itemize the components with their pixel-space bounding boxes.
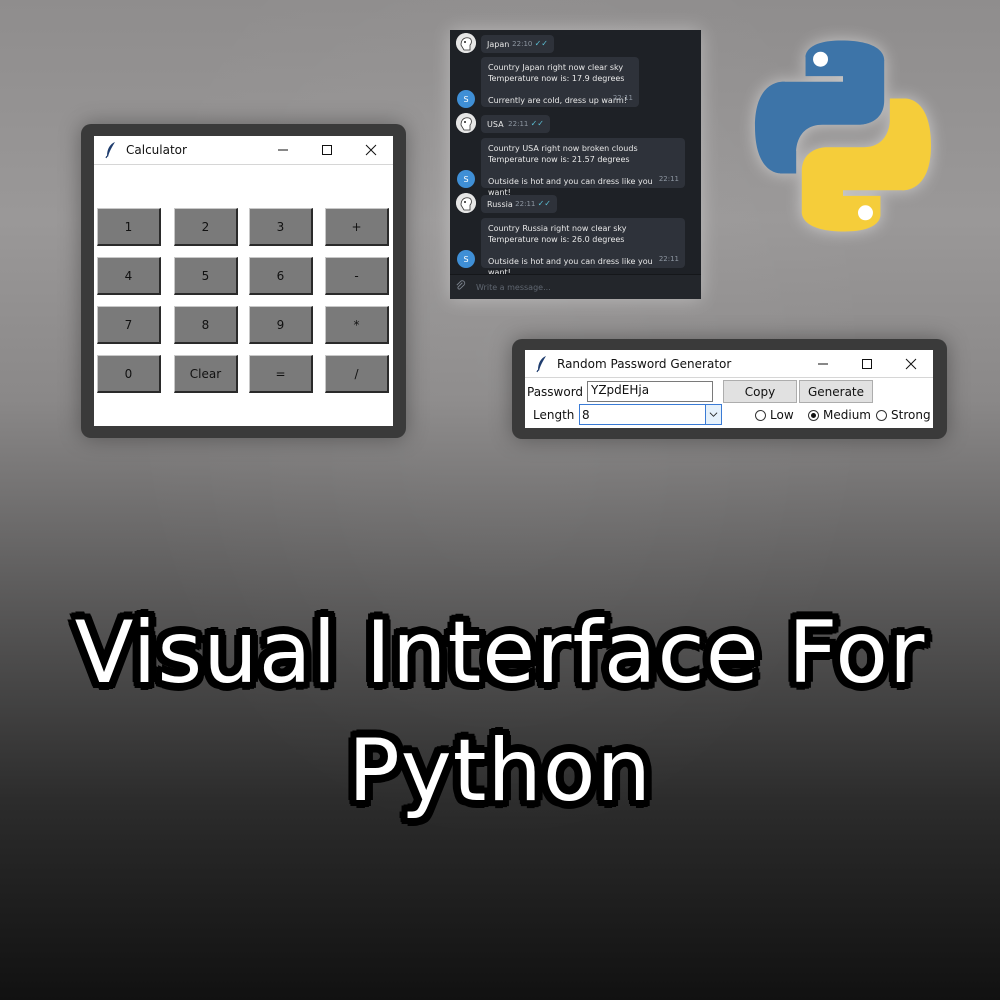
headline-line-2: Python bbox=[347, 721, 653, 821]
chat-timestamp: 22:11 bbox=[612, 94, 633, 102]
calc-button-multiply[interactable]: * bbox=[325, 306, 389, 344]
password-generator-titlebar: Random Password Generator bbox=[525, 350, 933, 378]
chevron-down-icon[interactable] bbox=[705, 405, 721, 424]
user-avatar: S bbox=[457, 250, 475, 268]
maximize-icon bbox=[322, 145, 332, 155]
maximize-button[interactable] bbox=[305, 136, 349, 164]
calc-button-5[interactable]: 5 bbox=[174, 257, 238, 295]
calculator-display bbox=[94, 165, 393, 205]
user-avatar: S bbox=[457, 170, 475, 188]
chat-bubble-incoming: Country USA right now broken clouds Temp… bbox=[481, 138, 685, 197]
chat-line: Country USA right now broken clouds bbox=[488, 144, 638, 153]
chat-bubble-outgoing: USA 22:11 ✓✓ bbox=[481, 115, 550, 133]
calc-button-8[interactable]: 8 bbox=[174, 306, 238, 344]
strength-label: Medium bbox=[823, 408, 871, 422]
bot-avatar-icon bbox=[456, 193, 476, 213]
bot-avatar bbox=[456, 113, 476, 133]
generate-button[interactable]: Generate bbox=[799, 380, 873, 403]
headline-line-1: Visual Interface For bbox=[74, 603, 926, 703]
password-label: Password bbox=[527, 385, 584, 399]
chat-line: Temperature now is: 21.57 degrees bbox=[488, 155, 630, 164]
python-logo bbox=[754, 40, 932, 232]
read-checks-icon: ✓✓ bbox=[534, 39, 548, 48]
calc-button-2[interactable]: 2 bbox=[174, 208, 238, 246]
calc-button-6[interactable]: 6 bbox=[249, 257, 313, 295]
chat-timestamp: 22:11 bbox=[658, 175, 679, 183]
strength-radio-low[interactable]: Low bbox=[755, 408, 794, 422]
message-input[interactable]: Write a message... bbox=[476, 283, 551, 292]
minimize-button[interactable] bbox=[801, 350, 845, 378]
copy-button[interactable]: Copy bbox=[723, 380, 797, 403]
calc-button-0[interactable]: 0 bbox=[97, 355, 161, 393]
calc-button-7[interactable]: 7 bbox=[97, 306, 161, 344]
chat-timestamp: 22:11 ✓✓ bbox=[508, 119, 544, 128]
password-generator-title: Random Password Generator bbox=[557, 356, 732, 371]
close-icon bbox=[905, 358, 917, 369]
calc-button-9[interactable]: 9 bbox=[249, 306, 313, 344]
calc-button-divide[interactable]: / bbox=[325, 355, 389, 393]
tk-feather-icon bbox=[536, 355, 546, 372]
chat-timestamp: 22:11 bbox=[658, 255, 679, 263]
chat-line: Country Russia right now clear sky bbox=[488, 224, 627, 233]
strength-label: Low bbox=[770, 408, 794, 422]
length-select[interactable]: 8 bbox=[579, 404, 722, 425]
strength-radio-medium[interactable]: Medium bbox=[808, 408, 871, 422]
minimize-icon bbox=[818, 363, 828, 364]
strength-label: Strong bbox=[891, 408, 931, 422]
maximize-button[interactable] bbox=[845, 350, 889, 378]
chat-bubble-incoming: Country Russia right now clear sky Tempe… bbox=[481, 218, 685, 277]
bot-avatar-icon bbox=[456, 113, 476, 133]
close-button[interactable] bbox=[349, 136, 393, 164]
calc-button-clear[interactable]: Clear bbox=[174, 355, 238, 393]
chat-message-text: Russia bbox=[487, 200, 513, 209]
calc-button-equals[interactable]: = bbox=[249, 355, 313, 393]
tk-feather-icon bbox=[105, 142, 115, 159]
python-logo-eye-bottom bbox=[857, 205, 873, 221]
user-avatar: S bbox=[457, 90, 475, 108]
chat-window: Japan 22:10 ✓✓ Country Japan right now c… bbox=[450, 30, 701, 299]
chat-message-text: USA bbox=[487, 120, 504, 129]
read-checks-icon: ✓✓ bbox=[530, 119, 544, 128]
bot-avatar bbox=[456, 33, 476, 53]
radio-icon bbox=[755, 409, 766, 421]
radio-icon bbox=[876, 409, 887, 421]
chat-timestamp: 22:10 ✓✓ bbox=[512, 39, 548, 48]
calc-button-3[interactable]: 3 bbox=[249, 208, 313, 246]
read-checks-icon: ✓✓ bbox=[537, 199, 551, 208]
password-field[interactable]: YZpdEHja bbox=[587, 381, 713, 402]
chat-bubble-incoming: Country Japan right now clear sky Temper… bbox=[481, 57, 639, 107]
maximize-icon bbox=[862, 358, 872, 369]
minimize-icon bbox=[278, 149, 288, 151]
message-input-bar[interactable]: Write a message... bbox=[450, 274, 701, 299]
radio-selected-icon bbox=[808, 409, 819, 421]
chat-line: Country Japan right now clear sky bbox=[488, 63, 624, 72]
chat-line: Temperature now is: 26.0 degrees bbox=[488, 235, 625, 244]
close-button[interactable] bbox=[889, 350, 933, 378]
chat-line: Temperature now is: 17.9 degrees bbox=[488, 74, 625, 83]
calculator-title: Calculator bbox=[126, 143, 187, 157]
bot-avatar-icon bbox=[456, 33, 476, 53]
python-logo-eye-top bbox=[813, 51, 829, 67]
attach-icon[interactable] bbox=[455, 280, 466, 294]
calc-button-minus[interactable]: - bbox=[325, 257, 389, 295]
chat-message-text: Japan bbox=[487, 40, 510, 49]
minimize-button[interactable] bbox=[261, 136, 305, 164]
calculator-window: Calculator 1 2 3 + 4 5 6 - 7 8 9 * 0 Cle… bbox=[94, 136, 393, 426]
strength-radio-strong[interactable]: Strong bbox=[876, 408, 931, 422]
calculator-titlebar: Calculator bbox=[94, 136, 393, 165]
length-label: Length bbox=[533, 408, 575, 422]
calc-button-1[interactable]: 1 bbox=[97, 208, 161, 246]
calc-button-4[interactable]: 4 bbox=[97, 257, 161, 295]
chat-bubble-outgoing: Japan 22:10 ✓✓ bbox=[481, 35, 554, 53]
chat-bubble-outgoing: Russia 22:11 ✓✓ bbox=[481, 195, 557, 213]
calc-button-plus[interactable]: + bbox=[325, 208, 389, 246]
length-value: 8 bbox=[582, 407, 590, 422]
chat-line: Currently are cold, dress up warm! bbox=[488, 96, 627, 105]
chat-timestamp: 22:11 ✓✓ bbox=[515, 199, 551, 208]
close-icon bbox=[365, 144, 377, 156]
password-generator-window: Random Password Generator Password YZpdE… bbox=[525, 350, 933, 428]
bot-avatar bbox=[456, 193, 476, 213]
